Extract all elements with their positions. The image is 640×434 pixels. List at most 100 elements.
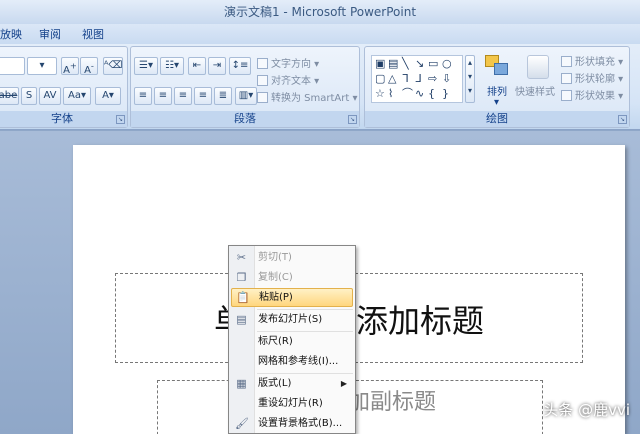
numbering-button[interactable]: ☷▾	[160, 57, 184, 75]
drawing-dialog-launcher[interactable]: ↘	[618, 115, 627, 124]
align-left-button[interactable]: ≡	[134, 87, 152, 105]
chevron-down-icon: ▾	[494, 97, 500, 108]
textbox-shape-icon[interactable]: ▣	[375, 58, 385, 69]
elbow-connector-shape-icon[interactable]: ᒣ	[402, 73, 409, 84]
dialog-launcher-icon: ↘	[619, 116, 626, 123]
decrease-indent-button[interactable]: ⇤	[188, 57, 206, 75]
columns-button[interactable]: ▥▾	[235, 87, 257, 105]
title-bar: 演示文稿1 - Microsoft PowerPoint	[0, 0, 640, 24]
quick-styles-button[interactable]: 快速样式	[515, 83, 555, 98]
arrow-line-shape-icon[interactable]: ↘	[415, 58, 424, 69]
text-direction-icon	[257, 58, 268, 69]
menu-item-copy[interactable]: ❐ 复制(C)	[231, 268, 353, 287]
increase-indent-button[interactable]: ⇥	[208, 57, 226, 75]
text-direction-button[interactable]: 文字方向 ▾	[257, 55, 319, 70]
strikethrough-button[interactable]: abe	[0, 87, 19, 105]
change-case-button[interactable]: Aa▾	[63, 87, 91, 105]
subtitle-placeholder-text: 加副标题	[348, 390, 437, 415]
menu-item-ruler[interactable]: 标尺(R)	[231, 332, 353, 351]
smartart-icon	[257, 92, 268, 103]
watermark: 头条 @鹿vvi	[543, 401, 630, 419]
menu-item-publish-slides[interactable]: ▤ 发布幻灯片(S)	[231, 310, 353, 329]
rounded-rect-shape-icon[interactable]: ▢	[375, 73, 385, 84]
oval-shape-icon[interactable]: ○	[442, 58, 452, 69]
columns-icon: ▥▾	[238, 90, 254, 101]
increase-indent-icon: ⇥	[212, 60, 222, 71]
text-shadow-icon: S	[25, 90, 33, 101]
shrink-font-icon: A-	[84, 61, 94, 77]
menu-item-format-background[interactable]: 🖌 设置背景格式(B)...	[231, 414, 353, 433]
font-color-button[interactable]: A▾	[95, 87, 121, 105]
shapes-gallery-scroll[interactable]: ▴ ▾ ▾	[465, 55, 475, 103]
curve-shape-icon[interactable]: ⌇	[388, 88, 393, 99]
arc-shape-icon[interactable]: ⌒	[402, 88, 413, 99]
menu-item-cut[interactable]: ✂ 剪切(T)	[231, 248, 353, 267]
paint-bucket-icon	[561, 56, 572, 67]
context-menu: ✂ 剪切(T) ❐ 复制(C) 📋 粘贴(P) ▤ 发布幻灯片(S) 标尺(R)…	[228, 245, 356, 434]
wave-shape-icon[interactable]: ∿	[415, 88, 424, 99]
publish-slides-icon: ▤	[236, 313, 247, 326]
line-shape-icon[interactable]: ╲	[402, 58, 409, 69]
align-right-icon: ≡	[178, 90, 188, 101]
decrease-indent-icon: ⇤	[192, 60, 202, 71]
brace-shape-icon[interactable]: {	[428, 88, 435, 99]
grow-font-button[interactable]: A+	[61, 57, 79, 77]
align-center-button[interactable]: ≡	[154, 87, 172, 105]
arrange-button[interactable]: 排列	[487, 83, 507, 98]
line-spacing-icon: ↕≡	[231, 60, 249, 71]
justify-button[interactable]: ≡	[194, 87, 212, 105]
bullets-button[interactable]: ☰▾	[134, 57, 158, 75]
bullet-list-icon: ☰▾	[139, 60, 153, 71]
layout-icon: ▦	[236, 377, 247, 390]
font-name-box[interactable]	[0, 57, 25, 75]
shrink-font-button[interactable]: A-	[80, 57, 98, 77]
star-shape-icon[interactable]: ☆	[375, 88, 385, 99]
shapes-gallery[interactable]: ▣ ▤ ╲ ↘ ▭ ○ ▢ △ ᒣ ᒧ ⇨ ⇩ ☆ ⌇ ⌒ ∿ { }	[371, 55, 463, 103]
shape-fill-button[interactable]: 形状填充 ▾	[561, 53, 623, 68]
elbow-arrow-shape-icon[interactable]: ᒧ	[415, 73, 422, 84]
title-placeholder-text: 添加标题	[356, 302, 485, 340]
menu-item-reset-slide[interactable]: 重设幻灯片(R)	[231, 394, 353, 413]
arrange-icon	[483, 53, 511, 79]
tab-review[interactable]: 审阅	[39, 26, 61, 42]
paragraph-group-label: 段落	[131, 111, 359, 127]
triangle-shape-icon[interactable]: △	[388, 73, 396, 84]
paragraph-group: ☰▾ ☷▾ ⇤ ⇥ ↕≡ ≡ ≡ ≡ ≡ ≣ ▥▾ 文字方向 ▾ 对齐文本 ▾ …	[130, 46, 360, 128]
drawing-group: ▣ ▤ ╲ ↘ ▭ ○ ▢ △ ᒣ ᒧ ⇨ ⇩ ☆ ⌇ ⌒ ∿ { } ▴ ▾ ▾ …	[364, 46, 630, 128]
menu-item-grid-guides[interactable]: 网格和参考线(I)...	[231, 352, 353, 371]
align-text-button[interactable]: 对齐文本 ▾	[257, 72, 319, 87]
menu-item-layout[interactable]: ▦ 版式(L) ▶	[231, 374, 353, 393]
numbered-list-icon: ☷▾	[165, 60, 179, 71]
align-center-icon: ≡	[158, 90, 168, 101]
pen-outline-icon	[561, 73, 572, 84]
shape-outline-button[interactable]: 形状轮廓 ▾	[561, 70, 623, 85]
char-spacing-button[interactable]: AV	[39, 87, 61, 105]
font-dialog-launcher[interactable]: ↘	[116, 115, 125, 124]
grow-font-icon: A+	[63, 61, 77, 77]
line-spacing-button[interactable]: ↕≡	[229, 57, 251, 75]
align-left-icon: ≡	[138, 90, 148, 101]
submenu-arrow-icon: ▶	[340, 379, 347, 388]
tab-view[interactable]: 视图	[82, 26, 104, 42]
down-arrow-shape-icon[interactable]: ⇩	[442, 73, 451, 84]
font-size-box[interactable]: ▾	[27, 57, 57, 75]
clear-format-icon: ᴬ⌫	[104, 60, 123, 71]
chevron-down-icon: ▾	[467, 72, 472, 81]
vertical-textbox-shape-icon[interactable]: ▤	[388, 58, 398, 69]
right-arrow-shape-icon[interactable]: ⇨	[428, 73, 437, 84]
quick-styles-icon	[527, 55, 549, 79]
copy-icon: ❐	[236, 271, 247, 284]
shadow-button[interactable]: S	[21, 87, 37, 105]
chevron-down-icon: ▾	[39, 60, 45, 71]
paragraph-dialog-launcher[interactable]: ↘	[348, 115, 357, 124]
align-right-button[interactable]: ≡	[174, 87, 192, 105]
brace-right-shape-icon[interactable]: }	[442, 88, 449, 99]
tab-slideshow[interactable]: 放映	[0, 26, 22, 42]
shape-effects-button[interactable]: 形状效果 ▾	[561, 87, 623, 102]
convert-smartart-button[interactable]: 转换为 SmartArt ▾	[257, 89, 358, 104]
char-spacing-icon: AV	[43, 90, 57, 101]
rectangle-shape-icon[interactable]: ▭	[428, 58, 438, 69]
clear-format-button[interactable]: ᴬ⌫	[103, 57, 123, 75]
distribute-button[interactable]: ≣	[214, 87, 232, 105]
menu-item-paste[interactable]: 📋 粘贴(P)	[231, 288, 353, 307]
